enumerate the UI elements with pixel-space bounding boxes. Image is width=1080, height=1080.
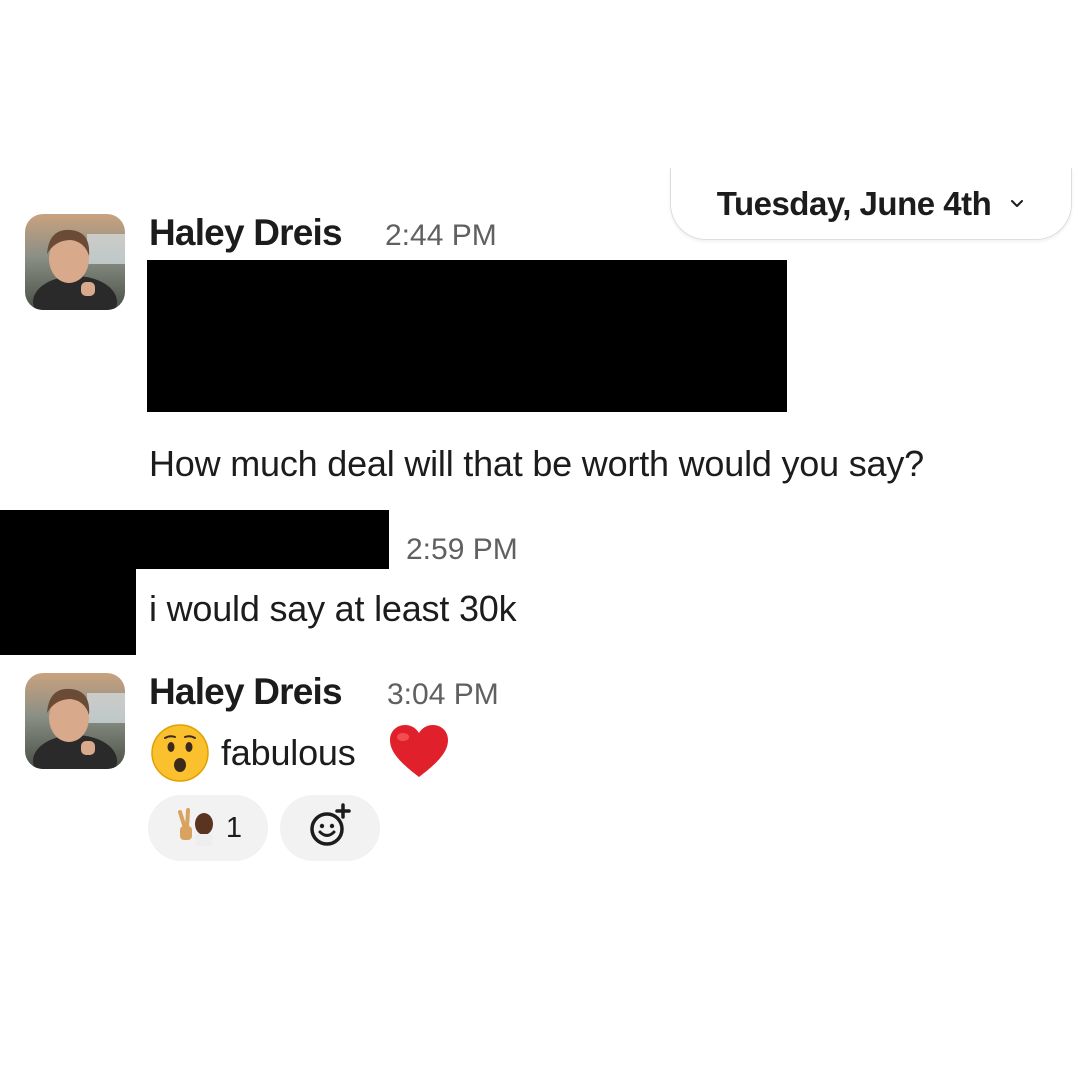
hushed-face-emoji: [150, 723, 210, 783]
add-reaction-button[interactable]: [280, 795, 380, 861]
sender-name[interactable]: Haley Dreis: [149, 671, 343, 713]
message-timestamp[interactable]: 2:59 PM: [406, 533, 518, 567]
message-text: fabulous: [221, 732, 356, 773]
message-text: i would say at least 30k: [149, 588, 517, 629]
redacted-avatar: [0, 510, 136, 655]
reaction-count: 1: [225, 811, 243, 844]
sender-name[interactable]: Haley Dreis: [149, 212, 343, 254]
add-reaction-icon: [305, 801, 355, 856]
redacted-sender-name: [136, 510, 389, 569]
date-divider-label: Tuesday, June 4th: [716, 184, 992, 222]
date-divider-button[interactable]: Tuesday, June 4th: [670, 168, 1072, 240]
reaction-button[interactable]: 1: [148, 795, 268, 861]
victory-hand-emoji: [174, 804, 218, 853]
chevron-down-icon: [1009, 198, 1025, 210]
redacted-message-block: [147, 260, 787, 412]
message-text: How much deal will that be worth would y…: [149, 443, 924, 484]
message-timestamp[interactable]: 3:04 PM: [387, 678, 499, 712]
red-heart-emoji: [388, 723, 450, 781]
message-timestamp[interactable]: 2:44 PM: [385, 219, 497, 253]
avatar[interactable]: [25, 214, 125, 310]
avatar[interactable]: [25, 673, 125, 769]
